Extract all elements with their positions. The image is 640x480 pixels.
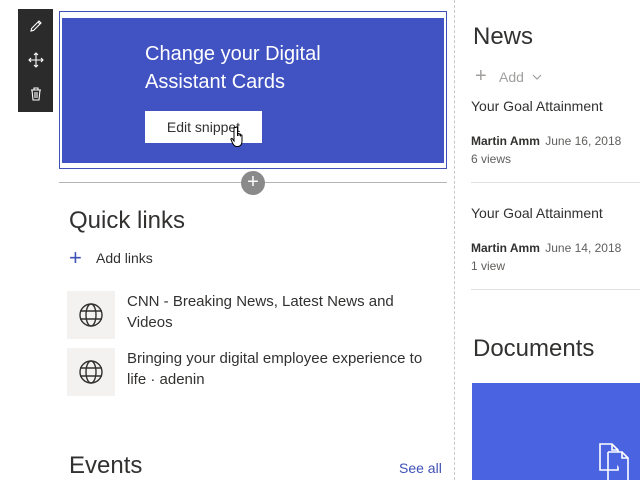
add-news-label: Add: [499, 68, 524, 85]
news-headline: Your Goal Attainment: [471, 98, 603, 114]
events-title: Events: [69, 452, 143, 479]
news-item[interactable]: Your Goal Attainment Martin Amm June 14,…: [471, 205, 640, 273]
pencil-icon: [29, 20, 42, 32]
add-links-button[interactable]: + Add links: [69, 245, 153, 270]
news-views: 6 views: [471, 152, 512, 166]
quick-link-item[interactable]: Bringing your digital employee experienc…: [67, 348, 437, 396]
delete-webpart-button[interactable]: [18, 77, 53, 111]
news-meta: Martin Amm June 14, 2018: [471, 241, 640, 255]
documents-title: Documents: [473, 335, 595, 362]
globe-icon: [67, 291, 115, 339]
add-webpart-button[interactable]: +: [241, 171, 265, 195]
documents-icon: [599, 443, 629, 480]
news-views: 1 view: [471, 259, 506, 273]
quick-link-text: CNN - Breaking News, Latest News and Vid…: [127, 293, 394, 331]
news-date: June 14, 2018: [545, 241, 622, 255]
column-divider: [454, 0, 455, 480]
chevron-down-icon: [532, 74, 542, 80]
add-links-label: Add links: [96, 250, 153, 266]
trash-icon: [30, 87, 41, 101]
news-headline: Your Goal Attainment: [471, 205, 603, 221]
hand-cursor-icon: [230, 126, 243, 147]
edit-webpart-button[interactable]: [18, 9, 53, 43]
webpart-toolbar: [18, 9, 53, 112]
move-webpart-button[interactable]: [18, 43, 53, 77]
news-item[interactable]: Your Goal Attainment Martin Amm June 16,…: [471, 98, 640, 166]
news-title: News: [473, 23, 534, 50]
news-meta: Martin Amm June 16, 2018: [471, 134, 640, 148]
news-separator: [471, 182, 640, 183]
news-separator: [471, 289, 640, 290]
quick-link-item[interactable]: CNN - Breaking News, Latest News and Vid…: [67, 291, 437, 339]
news-author: Martin Amm: [471, 134, 540, 148]
quick-link-text: Bringing your digital employee experienc…: [127, 350, 423, 388]
plus-icon: +: [475, 65, 487, 87]
move-icon: [27, 52, 44, 68]
banner-title: Change your Digital Assistant Cards: [145, 43, 321, 93]
quick-links-title: Quick links: [69, 207, 186, 234]
globe-icon: [67, 348, 115, 396]
plus-icon: +: [69, 245, 82, 270]
add-news-button[interactable]: + Add: [475, 65, 542, 88]
news-author: Martin Amm: [471, 241, 540, 255]
news-date: June 16, 2018: [545, 134, 622, 148]
see-all-link[interactable]: See all: [399, 460, 442, 476]
